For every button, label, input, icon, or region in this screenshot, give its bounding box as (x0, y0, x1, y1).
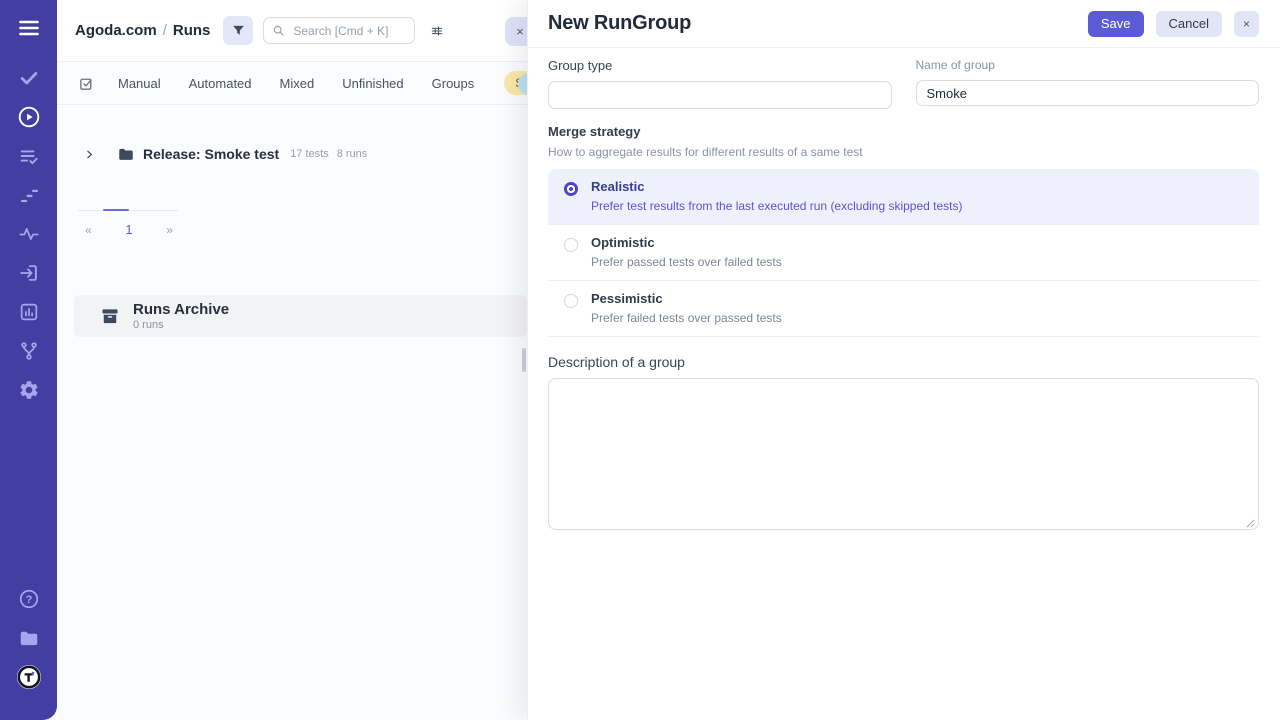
modal-title: New RunGroup (548, 12, 691, 35)
menu-button[interactable] (15, 15, 43, 41)
name-of-group-input[interactable] (916, 80, 1260, 106)
sliders-icon (430, 23, 444, 39)
cancel-button[interactable]: Cancel (1156, 11, 1222, 37)
play-circle-icon (17, 105, 41, 129)
nav-import-button[interactable] (15, 260, 43, 286)
funnel-icon (231, 23, 246, 38)
modal-header: New RunGroup Save Cancel × (528, 0, 1280, 48)
runs-archive-item[interactable]: Runs Archive 0 runs (74, 295, 527, 337)
hamburger-icon (17, 16, 41, 40)
nav-plans-button[interactable] (15, 143, 43, 169)
option-pessimistic[interactable]: Pessimistic Prefer failed tests over pas… (548, 280, 1259, 337)
pagination-active-indicator (103, 209, 129, 211)
breadcrumb-separator: / (163, 22, 167, 39)
option-title: Pessimistic (591, 291, 782, 306)
chevron-right-icon[interactable] (84, 149, 95, 160)
page-next-button[interactable]: » (166, 223, 173, 237)
close-icon: × (516, 24, 524, 39)
nav-branches-button[interactable] (15, 338, 43, 364)
nav-runs-button[interactable] (15, 104, 43, 130)
radio-icon[interactable] (564, 294, 578, 308)
panel-scrollbar[interactable] (522, 348, 526, 372)
nav-tests-button[interactable] (15, 65, 43, 91)
modal-close-button[interactable]: × (1234, 11, 1259, 37)
runs-panel-header: Agoda.com / Runs × (57, 0, 527, 62)
breadcrumb-project[interactable]: Agoda.com (75, 22, 157, 39)
radio-selected-icon[interactable] (564, 182, 578, 196)
tab-groups[interactable]: Groups (432, 76, 475, 91)
help-icon: ? (18, 588, 40, 610)
option-optimistic[interactable]: Optimistic Prefer passed tests over fail… (548, 224, 1259, 280)
tab-mixed[interactable]: Mixed (280, 76, 315, 91)
help-button[interactable]: ? (15, 586, 43, 612)
description-textarea[interactable] (548, 378, 1259, 530)
sign-in-icon (18, 262, 40, 284)
archive-icon (100, 306, 120, 326)
nav-pulse-button[interactable] (15, 221, 43, 247)
app-window: ? Agoda.com / Runs × (0, 0, 1280, 720)
tab-automated[interactable]: Automated (189, 76, 252, 91)
breadcrumb: Agoda.com / Runs (75, 22, 210, 39)
search-icon (272, 24, 285, 37)
name-of-group-label: Name of group (916, 58, 1260, 72)
pagination-track (78, 210, 178, 212)
runs-count: 8 runs (337, 148, 368, 160)
check-icon (18, 67, 40, 89)
select-all-button[interactable] (78, 74, 95, 92)
group-type-label: Group type (548, 58, 892, 73)
gear-icon (18, 379, 40, 401)
option-description: Prefer passed tests over failed tests (591, 255, 782, 269)
page-prev-button[interactable]: « (85, 223, 92, 237)
option-description: Prefer test results from the last execut… (591, 199, 963, 213)
app-sidebar: ? (0, 0, 57, 720)
breadcrumb-page: Runs (173, 22, 211, 39)
merge-strategy-label: Merge strategy (548, 124, 1259, 139)
folder-icon (18, 627, 40, 649)
modal-actions: Save Cancel × (1088, 11, 1259, 37)
projects-button[interactable] (15, 625, 43, 651)
nav-milestones-button[interactable] (15, 182, 43, 208)
page-1-button[interactable]: 1 (125, 222, 132, 237)
account-button[interactable] (15, 664, 43, 690)
nav-settings-button[interactable] (15, 377, 43, 403)
archive-title: Runs Archive (133, 302, 229, 317)
modal-body: Group type Name of group Merge strategy … (528, 48, 1280, 535)
pagination: « 1 » (78, 210, 178, 237)
testomat-logo-icon (16, 664, 42, 690)
resize-handle-icon[interactable] (1246, 519, 1255, 528)
description-label: Description of a group (548, 354, 1259, 370)
tab-manual[interactable]: Manual (118, 76, 161, 91)
runs-panel: Agoda.com / Runs × Manual Automated Mixed (57, 0, 527, 720)
option-realistic[interactable]: Realistic Prefer test results from the l… (548, 169, 1259, 224)
new-rungroup-modal: New RunGroup Save Cancel × Group type Na… (527, 0, 1280, 720)
rungroup-title: Release: Smoke test (143, 146, 279, 162)
view-settings-button[interactable] (424, 18, 450, 44)
tests-count: 17 tests (290, 148, 329, 160)
rungroup-tree-item[interactable]: Release: Smoke test 17 tests 8 runs (84, 141, 367, 167)
option-title: Optimistic (591, 235, 782, 250)
filter-button[interactable] (223, 16, 253, 45)
steps-icon (18, 184, 40, 206)
nav-analytics-button[interactable] (15, 299, 43, 325)
option-title: Realistic (591, 179, 963, 194)
search-box (263, 17, 415, 44)
bar-chart-icon (18, 301, 40, 323)
archive-count: 0 runs (133, 319, 229, 331)
merge-strategy-hint: How to aggregate results for different r… (548, 145, 1259, 159)
runs-filter-tabs: Manual Automated Mixed Unfinished Groups… (57, 62, 527, 105)
folder-icon (117, 145, 135, 163)
merge-strategy-options: Realistic Prefer test results from the l… (548, 169, 1259, 337)
save-button[interactable]: Save (1088, 11, 1144, 37)
branches-icon (18, 340, 40, 362)
radio-icon[interactable] (564, 238, 578, 252)
activity-icon (18, 223, 40, 245)
select-all-icon (78, 75, 95, 92)
list-check-icon (18, 145, 40, 167)
group-type-input[interactable] (548, 81, 892, 109)
option-description: Prefer failed tests over passed tests (591, 311, 782, 325)
svg-text:?: ? (25, 594, 32, 606)
search-input[interactable] (291, 23, 401, 39)
tab-unfinished[interactable]: Unfinished (342, 76, 403, 91)
